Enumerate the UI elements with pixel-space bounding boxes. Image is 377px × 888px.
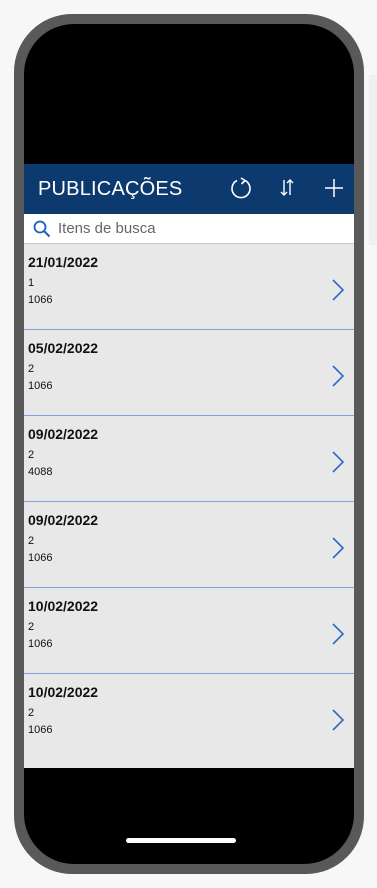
item-date: 05/02/2022 [28, 340, 99, 356]
item-date: 10/02/2022 [28, 598, 99, 614]
app-screen: PUBLICAÇÕES Itens de busca 21/01/2022 1 … [24, 164, 354, 768]
list-item[interactable]: 10/02/2022 2 1066 [24, 588, 354, 674]
item-number: 2 [28, 621, 35, 633]
item-code: 4088 [28, 466, 53, 478]
list-item[interactable]: 10/02/2022 2 1066 [24, 674, 354, 760]
list-item[interactable]: 05/02/2022 2 1066 [24, 330, 354, 416]
chevron-right-icon[interactable] [330, 622, 346, 646]
item-date: 10/02/2022 [28, 684, 99, 700]
item-date: 09/02/2022 [28, 426, 99, 442]
refresh-button[interactable] [225, 172, 257, 204]
search-input[interactable] [58, 217, 348, 239]
item-code: 1066 [28, 380, 53, 392]
chevron-right-icon[interactable] [330, 364, 346, 388]
phone-screen: PUBLICAÇÕES Itens de busca 21/01/2022 1 … [24, 24, 354, 864]
header-bar: PUBLICAÇÕES [24, 164, 354, 214]
sort-button[interactable] [271, 172, 303, 204]
item-number: 2 [28, 449, 35, 461]
chevron-right-icon[interactable] [330, 708, 346, 732]
refresh-icon [231, 177, 251, 199]
list-item[interactable]: 21/01/2022 1 1066 [24, 244, 354, 330]
item-code: 1066 [28, 552, 53, 564]
add-icon [325, 179, 343, 197]
chevron-right-icon[interactable] [330, 278, 346, 302]
item-number: 1 [28, 277, 35, 289]
search-bar [24, 214, 354, 244]
item-code: 1066 [28, 724, 53, 736]
publication-list: 21/01/2022 1 1066 05/02/2022 2 1066 09/0… [24, 244, 354, 760]
item-code: 1066 [28, 638, 53, 650]
chevron-right-icon[interactable] [330, 450, 346, 474]
background-panel [369, 75, 377, 245]
home-indicator[interactable] [126, 838, 236, 843]
item-number: 2 [28, 363, 35, 375]
item-number: 2 [28, 707, 35, 719]
item-date: 09/02/2022 [28, 512, 99, 528]
phone-frame: PUBLICAÇÕES Itens de busca 21/01/2022 1 … [14, 14, 364, 874]
item-number: 2 [28, 535, 35, 547]
add-button[interactable] [318, 172, 350, 204]
search-icon [33, 220, 51, 238]
item-code: 1066 [28, 294, 53, 306]
chevron-right-icon[interactable] [330, 536, 346, 560]
sort-icon [280, 179, 294, 196]
list-item[interactable]: 09/02/2022 2 1066 [24, 502, 354, 588]
list-item[interactable]: 09/02/2022 2 4088 [24, 416, 354, 502]
item-date: 21/01/2022 [28, 254, 99, 270]
page-title: PUBLICAÇÕES [38, 178, 183, 200]
